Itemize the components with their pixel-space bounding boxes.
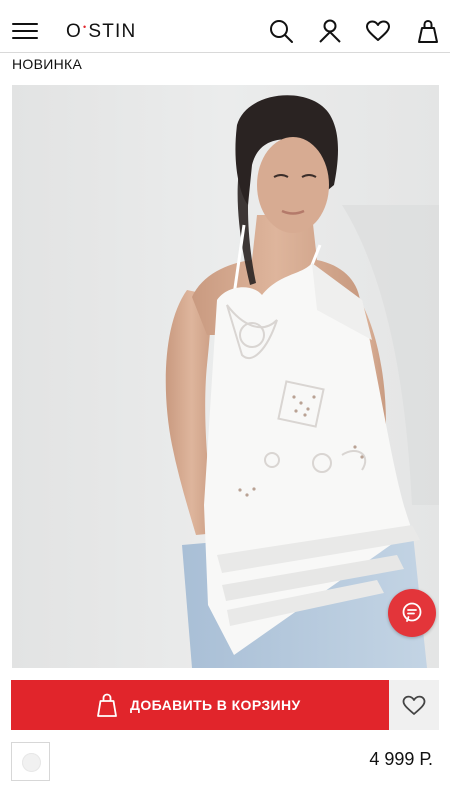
- brand-logo[interactable]: O•STIN: [66, 21, 136, 43]
- color-swatch-selector[interactable]: [11, 742, 50, 781]
- header-divider: [0, 52, 450, 53]
- add-to-cart-button[interactable]: ДОБАВИТЬ В КОРЗИНУ: [11, 680, 389, 730]
- product-price: 4 999 Р.: [369, 749, 433, 769]
- user-icon[interactable]: [317, 18, 343, 44]
- heart-outline-icon: [402, 695, 426, 715]
- top-header: O•STIN: [0, 0, 450, 56]
- add-to-cart-label: ДОБАВИТЬ В КОРЗИНУ: [130, 697, 301, 713]
- new-badge: НОВИНКА: [12, 56, 83, 72]
- menu-icon[interactable]: [12, 20, 40, 42]
- chat-support-button[interactable]: [388, 589, 436, 637]
- shopping-bag-icon: [97, 693, 117, 717]
- add-to-favorites-button[interactable]: [389, 680, 439, 730]
- product-photo[interactable]: [12, 85, 439, 668]
- color-swatch-white: [22, 753, 41, 772]
- heart-icon[interactable]: [365, 18, 391, 44]
- cart-bag-icon[interactable]: [415, 18, 441, 44]
- chat-icon: [402, 602, 422, 622]
- search-icon[interactable]: [268, 18, 294, 44]
